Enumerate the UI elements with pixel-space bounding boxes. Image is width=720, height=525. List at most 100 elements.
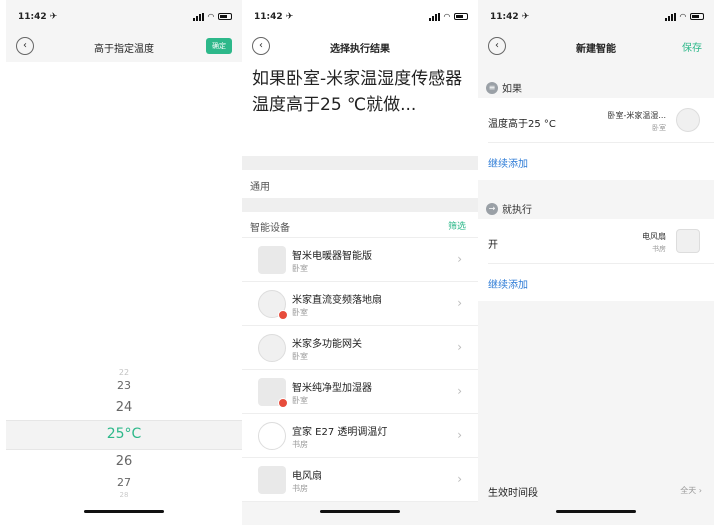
back-button[interactable]: ‹ <box>488 37 506 55</box>
device-name: 智米纯净型加湿器 <box>292 383 372 394</box>
device-name: 智米电暖器智能版 <box>292 251 372 262</box>
device-row[interactable]: 电风扇 书房 › <box>242 458 478 502</box>
effective-time-value: 全天 › <box>680 486 702 495</box>
signal-icon <box>664 12 676 21</box>
bulb-icon <box>258 422 286 450</box>
divider <box>488 263 714 264</box>
action-card: 开 电风扇 书房 继续添加 <box>478 219 714 301</box>
save-button[interactable]: 保存 <box>682 39 702 54</box>
offline-badge-icon <box>278 310 288 320</box>
then-section-header: → 就执行 <box>486 201 532 216</box>
signal-icon <box>192 12 204 21</box>
nav-bar: ‹ 新建智能 保存 <box>478 30 714 62</box>
status-time: 11:42 ✈ <box>490 12 530 22</box>
smart-devices-header: 智能设备 筛选 <box>242 212 478 238</box>
chevron-right-icon: › <box>457 296 462 310</box>
home-indicator <box>320 510 400 513</box>
filter-button[interactable]: 筛选 <box>448 219 466 232</box>
battery-icon <box>218 13 232 20</box>
status-time: 11:42 ✈ <box>254 12 294 22</box>
plug-icon <box>258 466 286 494</box>
device-name: 米家多功能网关 <box>292 339 362 350</box>
device-name: 电风扇 <box>292 471 322 482</box>
device-room: 卧室 <box>292 308 308 317</box>
device-row[interactable]: 米家多功能网关 卧室 › <box>242 326 478 370</box>
condition-device-name: 卧室-米家温湿... <box>607 111 666 120</box>
picker-item[interactable]: 24 <box>6 400 242 415</box>
nav-bar: ‹ 选择执行结果 <box>242 30 478 62</box>
device-room: 卧室 <box>292 264 308 273</box>
divider <box>488 142 714 143</box>
signal-icon <box>428 12 440 21</box>
status-icons: ◠ <box>664 12 704 21</box>
battery-icon <box>454 13 468 20</box>
if-section-header: ≡ 如果 <box>486 80 522 95</box>
chevron-right-icon: › <box>457 472 462 486</box>
condition-icon: ≡ <box>486 81 498 94</box>
action-device: 电风扇 书房 <box>642 231 666 255</box>
status-bar: 11:42 ✈ ◠ <box>6 0 242 30</box>
status-bar: 11:42 ✈ ◠ <box>242 0 478 30</box>
plug-icon <box>676 229 700 253</box>
then-label: 就执行 <box>502 205 532 216</box>
device-name: 宜家 E27 透明调温灯 <box>292 427 388 438</box>
gateway-icon <box>258 334 286 362</box>
picker-item-selected[interactable]: 25°C <box>6 426 242 442</box>
back-button[interactable]: ‹ <box>16 37 34 55</box>
condition-card: 温度高于25 °C 卧室-米家温湿... 卧室 继续添加 <box>478 98 714 180</box>
picker-item[interactable]: 22 <box>6 368 242 377</box>
picker-item[interactable]: 27 <box>6 476 242 489</box>
scene-headline: 如果卧室-米家温湿度传感器温度高于25 ℃就做... <box>252 69 463 115</box>
chevron-right-icon: › <box>457 252 462 266</box>
page-title: 高于指定温度 <box>94 44 154 55</box>
temperature-picker-screen: 11:42 ✈ ◠ ‹ 高于指定温度 确定 22 23 24 25°C 26 2… <box>6 0 242 525</box>
action-row[interactable]: 开 电风扇 书房 <box>478 219 714 263</box>
device-row[interactable]: 智米纯净型加湿器 卧室 › <box>242 370 478 414</box>
select-result-screen: 11:42 ✈ ◠ ‹ 选择执行结果 如果卧室-米家温湿度传感器温度高于25 ℃… <box>242 0 478 525</box>
device-row[interactable]: 智米电暖器智能版 卧室 › <box>242 238 478 282</box>
action-device-name: 电风扇 <box>642 232 666 241</box>
confirm-button[interactable]: 确定 <box>206 38 232 54</box>
back-button[interactable]: ‹ <box>252 37 270 55</box>
general-row[interactable]: 通用 <box>242 170 478 198</box>
device-row[interactable]: 宜家 E27 透明调温灯 书房 › <box>242 414 478 458</box>
offline-badge-icon <box>278 398 288 408</box>
temperature-wheel-picker[interactable]: 22 23 24 25°C 26 27 28 <box>6 368 242 500</box>
new-smart-scene-screen: 11:42 ✈ ◠ ‹ 新建智能 保存 ≡ 如果 温度高于25 °C 卧室-米家… <box>478 0 714 525</box>
add-action-button[interactable]: 继续添加 <box>488 276 528 291</box>
condition-device-room: 卧室 <box>652 124 666 132</box>
thermometer-icon <box>676 108 700 132</box>
heater-icon <box>258 246 286 274</box>
picker-item[interactable]: 26 <box>6 454 242 469</box>
device-room: 书房 <box>292 484 308 493</box>
device-row[interactable]: 米家直流变频落地扇 卧室 › <box>242 282 478 326</box>
nav-bar: ‹ 高于指定温度 确定 <box>6 30 242 62</box>
device-room: 卧室 <box>292 352 308 361</box>
arrow-right-icon: → <box>486 202 498 215</box>
device-room: 书房 <box>292 440 308 449</box>
battery-icon <box>690 13 704 20</box>
add-condition-button[interactable]: 继续添加 <box>488 155 528 170</box>
general-label: 通用 <box>250 182 270 193</box>
smart-devices-label: 智能设备 <box>250 223 290 234</box>
condition-device: 卧室-米家温湿... 卧室 <box>607 110 666 134</box>
condition-row[interactable]: 温度高于25 °C 卧室-米家温湿... 卧室 <box>478 98 714 142</box>
wifi-icon: ◠ <box>207 12 214 21</box>
status-time: 11:42 ✈ <box>18 12 58 22</box>
status-icons: ◠ <box>192 12 232 21</box>
if-label: 如果 <box>502 84 522 95</box>
chevron-right-icon: › <box>457 428 462 442</box>
status-bar: 11:42 ✈ ◠ <box>478 0 714 30</box>
picker-item[interactable]: 28 <box>6 491 242 499</box>
wifi-icon: ◠ <box>443 12 450 21</box>
device-room: 卧室 <box>292 396 308 405</box>
chevron-right-icon: › <box>457 340 462 354</box>
effective-time-row[interactable]: 生效时间段 全天 › <box>478 470 714 510</box>
section-divider <box>242 156 478 170</box>
chevron-right-icon: › <box>457 384 462 398</box>
wifi-icon: ◠ <box>679 12 686 21</box>
action-label: 开 <box>488 240 498 251</box>
condition-label: 温度高于25 °C <box>488 119 556 130</box>
action-device-room: 书房 <box>652 245 666 253</box>
picker-item[interactable]: 23 <box>6 379 242 392</box>
